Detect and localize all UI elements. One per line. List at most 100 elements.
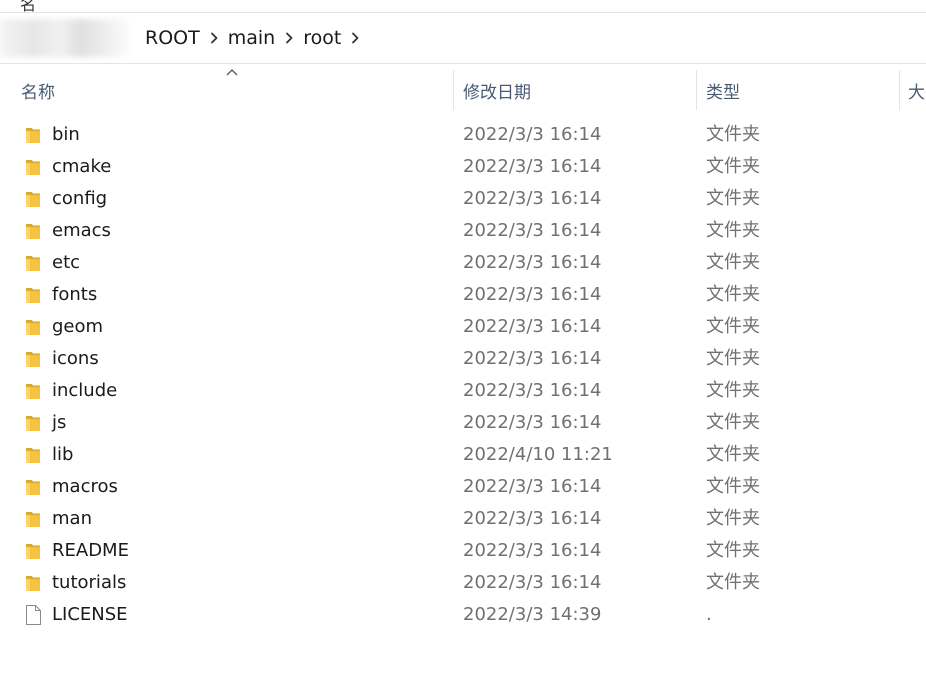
file-type: 文件夹 (706, 572, 760, 593)
file-name: cmake (52, 156, 112, 177)
folder-icon (24, 381, 42, 401)
file-name: README (52, 540, 129, 561)
file-type: 文件夹 (706, 444, 760, 465)
file-type: 文件夹 (706, 188, 760, 209)
file-name: js (52, 412, 67, 433)
file-modified-date: 2022/3/3 16:14 (463, 156, 602, 177)
file-type: 文件夹 (706, 412, 760, 433)
column-divider[interactable] (899, 70, 900, 110)
file-type: 文件夹 (706, 508, 760, 529)
file-modified-date: 2022/3/3 16:14 (463, 508, 602, 529)
redacted-area (0, 19, 134, 57)
file-type: . (706, 604, 712, 625)
file-type: 文件夹 (706, 156, 760, 177)
folder-icon (24, 189, 42, 209)
file-modified-date: 2022/3/3 16:14 (463, 412, 602, 433)
column-divider[interactable] (696, 70, 697, 110)
folder-icon (24, 541, 42, 561)
chevron-right-icon[interactable] (204, 28, 224, 48)
file-type: 文件夹 (706, 380, 760, 401)
file-type: 文件夹 (706, 316, 760, 337)
file-modified-date: 2022/3/3 16:14 (463, 348, 602, 369)
file-name: macros (52, 476, 118, 497)
file-name: LICENSE (52, 604, 128, 625)
file-row[interactable]: fonts 2022/3/3 16:14 文件夹 (0, 279, 926, 311)
breadcrumb-item-root-top[interactable]: ROOT (145, 27, 200, 49)
file-modified-date: 2022/3/3 14:39 (463, 604, 602, 625)
file-row[interactable]: cmake 2022/3/3 16:14 文件夹 (0, 151, 926, 183)
file-modified-date: 2022/3/3 16:14 (463, 476, 602, 497)
folder-icon (24, 157, 42, 177)
file-name: fonts (52, 284, 98, 305)
address-bar[interactable]: ROOT main root (0, 13, 926, 64)
folder-icon (24, 477, 42, 497)
file-row[interactable]: man 2022/3/3 16:14 文件夹 (0, 503, 926, 535)
file-modified-date: 2022/4/10 11:21 (463, 444, 613, 465)
file-name: icons (52, 348, 99, 369)
breadcrumb-item-main[interactable]: main (228, 27, 275, 49)
file-explorer-window: 名 ROOT main root 名称 修改日期 类型 大 bin 2022/3… (0, 0, 926, 676)
file-name: include (52, 380, 118, 401)
folder-icon (24, 221, 42, 241)
column-type[interactable]: 类型 (706, 64, 740, 116)
column-size[interactable]: 大 (908, 64, 925, 116)
file-type: 文件夹 (706, 220, 760, 241)
ribbon-strip: 名 (0, 0, 926, 13)
folder-icon (24, 285, 42, 305)
file-row[interactable]: js 2022/3/3 16:14 文件夹 (0, 407, 926, 439)
file-row[interactable]: README 2022/3/3 16:14 文件夹 (0, 535, 926, 567)
file-row[interactable]: lib 2022/4/10 11:21 文件夹 (0, 439, 926, 471)
file-type: 文件夹 (706, 124, 760, 145)
file-row[interactable]: LICENSE 2022/3/3 14:39. (0, 599, 926, 631)
folder-icon (24, 445, 42, 465)
chevron-right-icon[interactable] (279, 28, 299, 48)
file-row[interactable]: etc 2022/3/3 16:14 文件夹 (0, 247, 926, 279)
folder-icon (24, 573, 42, 593)
file-type: 文件夹 (706, 476, 760, 497)
ribbon-cut-text: 名 (20, 0, 37, 13)
folder-icon (24, 509, 42, 529)
file-row[interactable]: icons 2022/3/3 16:14 文件夹 (0, 343, 926, 375)
file-modified-date: 2022/3/3 16:14 (463, 124, 602, 145)
file-row[interactable]: geom 2022/3/3 16:14 文件夹 (0, 311, 926, 343)
file-modified-date: 2022/3/3 16:14 (463, 540, 602, 561)
file-name: emacs (52, 220, 111, 241)
folder-icon (24, 317, 42, 337)
file-name: bin (52, 124, 80, 145)
folder-icon (24, 413, 42, 433)
column-divider[interactable] (453, 70, 454, 110)
file-name: tutorials (52, 572, 127, 593)
folder-icon (24, 253, 42, 273)
folder-icon (24, 125, 42, 145)
file-modified-date: 2022/3/3 16:14 (463, 316, 602, 337)
file-icon (24, 605, 42, 625)
file-name: geom (52, 316, 104, 337)
file-row[interactable]: emacs 2022/3/3 16:14 文件夹 (0, 215, 926, 247)
column-modified[interactable]: 修改日期 (463, 64, 531, 116)
column-header: 名称 修改日期 类型 大 (0, 64, 926, 116)
file-type: 文件夹 (706, 540, 760, 561)
file-type: 文件夹 (706, 348, 760, 369)
file-row[interactable]: tutorials 2022/3/3 16:14 文件夹 (0, 567, 926, 599)
file-row[interactable]: macros 2022/3/3 16:14 文件夹 (0, 471, 926, 503)
file-modified-date: 2022/3/3 16:14 (463, 284, 602, 305)
file-type: 文件夹 (706, 252, 760, 273)
file-row[interactable]: config 2022/3/3 16:14 文件夹 (0, 183, 926, 215)
file-modified-date: 2022/3/3 16:14 (463, 252, 602, 273)
chevron-right-icon[interactable] (345, 28, 365, 48)
file-list: bin 2022/3/3 16:14 文件夹 cmake 2022/3/3 16:14 文… (0, 119, 926, 631)
file-modified-date: 2022/3/3 16:14 (463, 188, 602, 209)
file-type: 文件夹 (706, 284, 760, 305)
breadcrumb: ROOT main root (145, 13, 369, 63)
file-name: lib (52, 444, 74, 465)
file-name: man (52, 508, 92, 529)
file-row[interactable]: bin 2022/3/3 16:14 文件夹 (0, 119, 926, 151)
breadcrumb-item-root[interactable]: root (303, 27, 341, 49)
file-row[interactable]: include 2022/3/3 16:14 文件夹 (0, 375, 926, 407)
sort-ascending-icon (226, 69, 238, 76)
folder-icon (24, 349, 42, 369)
column-name[interactable]: 名称 (21, 64, 55, 116)
file-name: etc (52, 252, 81, 273)
file-modified-date: 2022/3/3 16:14 (463, 220, 602, 241)
file-modified-date: 2022/3/3 16:14 (463, 380, 602, 401)
